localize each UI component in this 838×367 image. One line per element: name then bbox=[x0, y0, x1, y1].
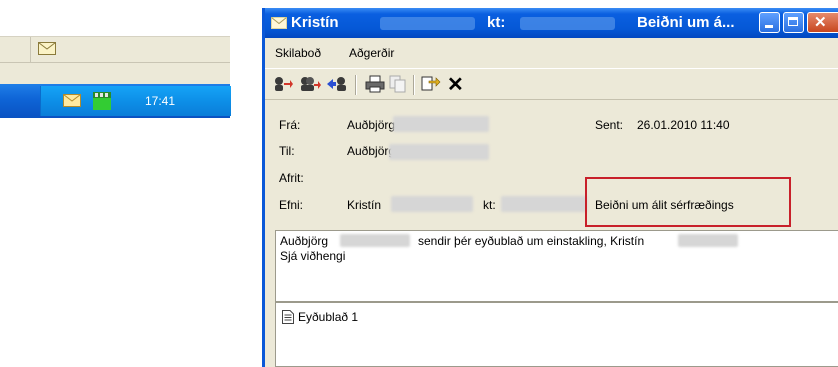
attachment-item[interactable]: Eyðublað 1 bbox=[298, 310, 358, 324]
notification-area: 17:41 bbox=[40, 86, 231, 116]
taskbar-cell bbox=[30, 37, 230, 62]
body-line-attachment-note: Sjá viðhengi bbox=[280, 249, 346, 263]
subject-label: Efni: bbox=[279, 198, 304, 212]
minimize-icon bbox=[765, 25, 773, 28]
delete-icon[interactable]: ✕ bbox=[447, 72, 464, 97]
clock[interactable]: 17:41 bbox=[145, 94, 175, 108]
forward-icon[interactable] bbox=[327, 75, 347, 96]
minimize-button[interactable] bbox=[759, 12, 780, 33]
from-value[interactable]: Auðbjörg bbox=[347, 118, 395, 132]
move-to-folder-icon[interactable] bbox=[421, 75, 441, 96]
envelope-icon[interactable] bbox=[38, 42, 56, 58]
redacted-text bbox=[391, 196, 473, 212]
redacted-text bbox=[340, 234, 410, 247]
taskbar-cell bbox=[0, 37, 31, 62]
from-label: Frá: bbox=[279, 118, 301, 132]
maximize-icon bbox=[788, 17, 798, 26]
envelope-icon bbox=[271, 16, 287, 33]
menu-bar: Skilaboð Aðgerðir bbox=[265, 42, 838, 64]
title-sender: Kristín bbox=[291, 14, 339, 31]
toolbar-separator bbox=[413, 75, 415, 95]
redacted-text bbox=[393, 116, 489, 132]
toolbar: ✕ bbox=[265, 68, 838, 100]
body-line-sender: Auðbjörg bbox=[280, 234, 329, 248]
message-body[interactable]: Auðbjörg sendir þér eyðublað um einstakl… bbox=[275, 230, 838, 302]
body-line-text: sendir þér eyðublað um einstakling, Kris… bbox=[418, 234, 645, 248]
close-button[interactable]: ✕ bbox=[807, 12, 838, 33]
tray-app-icon[interactable] bbox=[93, 92, 111, 113]
highlight-box bbox=[585, 177, 791, 227]
reply-all-icon[interactable] bbox=[299, 75, 321, 96]
to-value[interactable]: Auðbjörg bbox=[347, 144, 395, 158]
reply-icon[interactable] bbox=[273, 75, 293, 96]
taskbar-top-strip bbox=[0, 36, 230, 85]
redacted-text bbox=[501, 196, 587, 212]
menu-item-skilabod[interactable]: Skilaboð bbox=[275, 46, 321, 60]
maximize-button[interactable] bbox=[783, 12, 804, 33]
redacted-text bbox=[520, 17, 615, 30]
system-tray: 17:41 bbox=[0, 84, 231, 118]
to-label: Til: bbox=[279, 144, 295, 158]
title-subject: Beiðni um á... bbox=[637, 14, 735, 31]
subject-kt: kt: bbox=[483, 198, 496, 212]
new-message-icon[interactable] bbox=[63, 94, 81, 110]
copy-icon[interactable] bbox=[389, 75, 407, 96]
cc-label: Afrit: bbox=[279, 171, 304, 185]
title-kt: kt: bbox=[487, 14, 506, 31]
attachment-pane: Eyðublað 1 bbox=[275, 302, 838, 367]
redacted-text bbox=[678, 234, 738, 247]
close-icon: ✕ bbox=[814, 14, 827, 31]
redacted-text bbox=[389, 144, 489, 160]
message-window: Kristín kt: Beiðni um á... ✕ Skilaboð Að… bbox=[262, 8, 838, 367]
subject-name: Kristín bbox=[347, 198, 382, 212]
title-bar[interactable]: Kristín kt: Beiðni um á... ✕ bbox=[265, 8, 838, 38]
sent-label: Sent: bbox=[595, 118, 624, 132]
menu-item-adgerdir[interactable]: Aðgerðir bbox=[349, 46, 394, 60]
divider bbox=[0, 62, 230, 63]
sent-value: 26.01.2010 11:40 bbox=[637, 118, 730, 132]
toolbar-separator bbox=[355, 75, 357, 95]
redacted-text bbox=[380, 17, 475, 30]
print-icon[interactable] bbox=[365, 75, 385, 96]
document-icon bbox=[282, 310, 294, 327]
